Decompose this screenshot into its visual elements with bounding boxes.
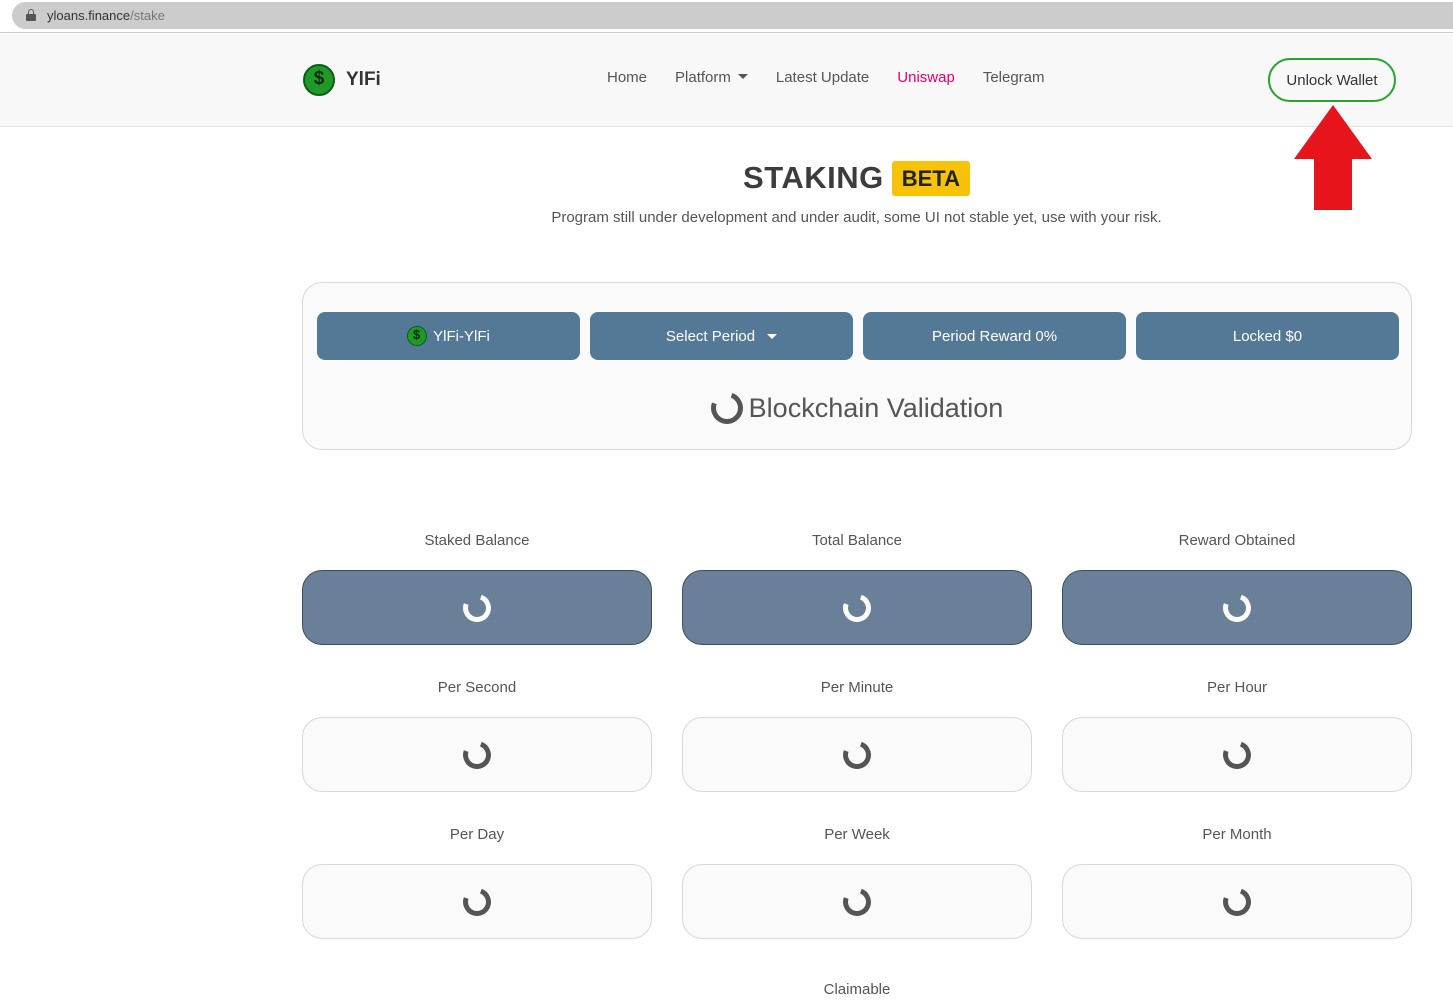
unlock-wallet-button[interactable]: Unlock Wallet bbox=[1268, 58, 1396, 102]
total-balance-label: Total Balance bbox=[811, 532, 903, 549]
staked-balance-box bbox=[302, 570, 652, 645]
per-minute-box bbox=[682, 717, 1032, 792]
period-label: Select Period bbox=[665, 327, 756, 345]
brand-link[interactable]: YlFi bbox=[303, 64, 381, 96]
per-day-label: Per Day bbox=[449, 826, 505, 843]
loading-spinner-icon bbox=[838, 588, 876, 627]
loading-spinner-icon bbox=[705, 386, 748, 430]
nav-telegram[interactable]: Telegram bbox=[983, 69, 1045, 86]
caret-down-icon bbox=[737, 74, 748, 79]
total-balance-box bbox=[682, 570, 1032, 645]
per-month-box bbox=[1062, 864, 1412, 939]
yifi-logo-icon bbox=[407, 326, 428, 346]
nav-home[interactable]: Home bbox=[607, 69, 647, 86]
url-field[interactable]: yloans.finance/stake bbox=[12, 2, 1453, 29]
select-period-button[interactable]: Select Period bbox=[590, 312, 853, 360]
per-hour-label: Per Hour bbox=[1206, 679, 1268, 696]
period-reward-button[interactable]: Period Reward 0% bbox=[863, 312, 1126, 360]
period-reward-label: Period Reward 0% bbox=[931, 327, 1058, 345]
per-week-box bbox=[682, 864, 1032, 939]
url-text: yloans.finance/stake bbox=[47, 8, 165, 23]
yifi-logo-icon bbox=[303, 64, 335, 96]
page-title: STAKING bbox=[743, 160, 884, 195]
caret-down-icon bbox=[767, 333, 778, 339]
lock-icon bbox=[26, 9, 36, 21]
loading-spinner-icon bbox=[1218, 588, 1256, 627]
reward-obtained-label: Reward Obtained bbox=[1178, 532, 1296, 549]
staking-control-card: YlFi-YlFi Select Period Period Reward 0%… bbox=[302, 282, 1412, 450]
per-week-label: Per Week bbox=[824, 826, 890, 843]
browser-address-bar: yloans.finance/stake bbox=[0, 0, 1453, 33]
claimable-label: Claimable bbox=[823, 981, 891, 998]
pair-select-button[interactable]: YlFi-YlFi bbox=[317, 312, 580, 360]
loading-spinner-icon bbox=[458, 735, 496, 774]
per-month-label: Per Month bbox=[1202, 826, 1272, 843]
locked-button[interactable]: Locked $0 bbox=[1136, 312, 1399, 360]
nav-links: Home Platform Latest Update Uniswap Tele… bbox=[607, 69, 1045, 86]
top-navbar: YlFi Home Platform Latest Update Uniswap… bbox=[0, 34, 1453, 127]
per-second-box bbox=[302, 717, 652, 792]
blockchain-validation-status: Blockchain Validation bbox=[303, 386, 1411, 430]
loading-spinner-icon bbox=[1218, 735, 1256, 774]
brand-name: YlFi bbox=[346, 69, 381, 90]
pair-label: YlFi-YlFi bbox=[433, 327, 490, 345]
loading-spinner-icon bbox=[1218, 882, 1256, 921]
staked-balance-label: Staked Balance bbox=[424, 532, 530, 549]
loading-spinner-icon bbox=[838, 735, 876, 774]
control-row: YlFi-YlFi Select Period Period Reward 0%… bbox=[317, 312, 1399, 360]
loading-spinner-icon bbox=[458, 882, 496, 921]
per-hour-box bbox=[1062, 717, 1412, 792]
per-minute-label: Per Minute bbox=[820, 679, 894, 696]
loading-spinner-icon bbox=[458, 588, 496, 627]
nav-uniswap[interactable]: Uniswap bbox=[897, 69, 955, 86]
per-day-box bbox=[302, 864, 652, 939]
validation-text: Blockchain Validation bbox=[748, 392, 1004, 423]
nav-platform[interactable]: Platform bbox=[675, 69, 748, 86]
page-heading: STAKING BETA bbox=[0, 160, 1453, 196]
page-subtitle: Program still under development and unde… bbox=[551, 209, 1162, 226]
per-second-label: Per Second bbox=[437, 679, 517, 696]
reward-obtained-box bbox=[1062, 570, 1412, 645]
nav-latest-update[interactable]: Latest Update bbox=[776, 69, 869, 86]
loading-spinner-icon bbox=[838, 882, 876, 921]
beta-badge: BETA bbox=[891, 160, 970, 196]
locked-label: Locked $0 bbox=[1232, 327, 1303, 345]
